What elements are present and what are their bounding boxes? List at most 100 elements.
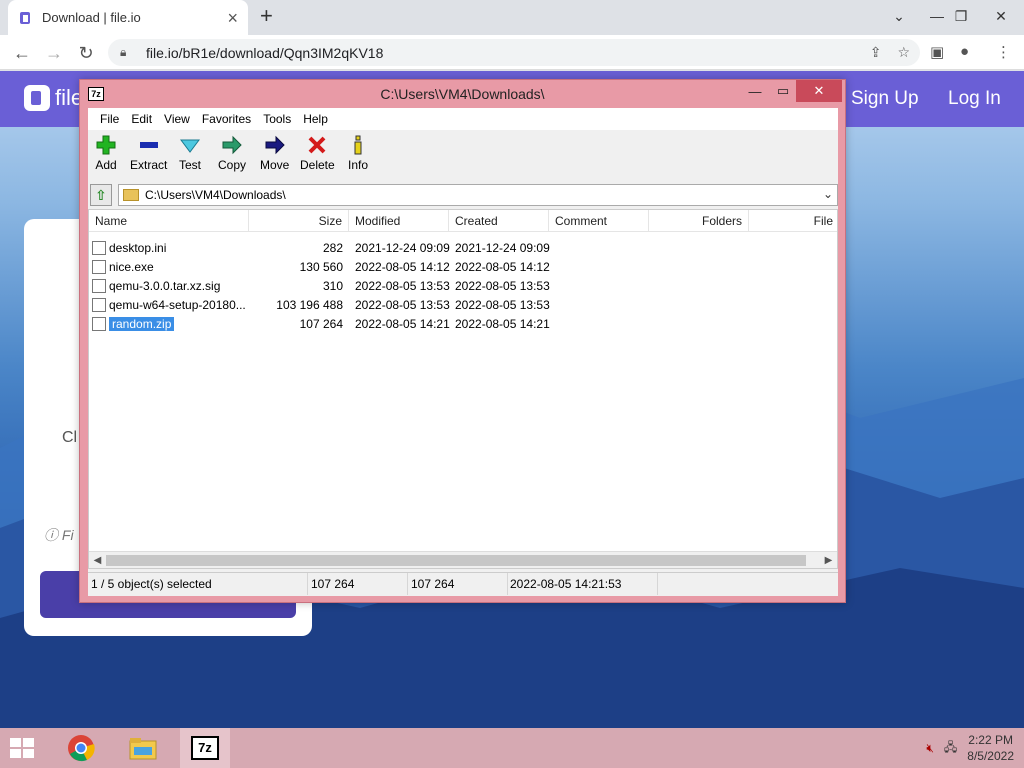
browser-tab-strip: Download | file.io × + ⌄ — ❐ ✕ xyxy=(0,0,1024,35)
close-browser-icon[interactable]: ✕ xyxy=(984,0,1018,32)
scroll-thumb[interactable] xyxy=(106,555,806,566)
column-folders[interactable]: Folders xyxy=(649,210,749,232)
status-selection: 1 / 5 object(s) selected xyxy=(88,573,308,595)
browser-menu-icon[interactable]: ⋮ xyxy=(996,43,1011,61)
delete-button[interactable]: Delete xyxy=(300,134,335,178)
add-button[interactable]: Add xyxy=(94,134,118,178)
menu-view[interactable]: View xyxy=(158,112,196,126)
file-modified: 2021-12-24 09:09 xyxy=(355,241,450,255)
file-explorer-icon[interactable] xyxy=(118,728,168,768)
file-size: 310 xyxy=(322,279,343,293)
menu-favorites[interactable]: Favorites xyxy=(196,112,257,126)
share-icon[interactable]: ⇪ xyxy=(870,44,882,61)
file-list[interactable]: Name Size Modified Created Comment Folde… xyxy=(88,209,838,569)
column-files[interactable]: File xyxy=(749,210,837,232)
move-icon xyxy=(263,134,287,156)
tab-title: Download | file.io xyxy=(42,10,141,25)
column-comment[interactable]: Comment xyxy=(549,210,649,232)
test-button[interactable]: Test xyxy=(178,134,202,178)
7zip-taskbar-icon[interactable]: 7z xyxy=(180,728,230,768)
7zip-window-title: C:\Users\VM4\Downloads\ xyxy=(380,86,545,102)
file-created: 2022-08-05 13:53 xyxy=(455,298,550,312)
restore-icon[interactable]: ❐ xyxy=(944,0,978,32)
file-row[interactable]: random.zip 107 264 2022-08-05 14:21 2022-08… xyxy=(89,315,837,334)
system-tray: 🔇︎ 🖧 2:22 PM 8/5/2022 xyxy=(926,728,1014,768)
file-size: 103 196 488 xyxy=(276,298,343,312)
column-modified[interactable]: Modified xyxy=(349,210,449,232)
menu-help[interactable]: Help xyxy=(297,112,334,126)
file-row[interactable]: qemu-3.0.0.tar.xz.sig 310 2022-08-05 13:53… xyxy=(89,277,837,296)
delete-label: Delete xyxy=(300,158,335,172)
network-icon[interactable]: 🖧 xyxy=(944,738,957,759)
file-name: desktop.ini xyxy=(109,241,167,255)
file-size: 130 560 xyxy=(299,260,343,274)
folder-icon xyxy=(123,189,139,201)
info-button[interactable]: Info xyxy=(346,134,370,178)
scroll-left-icon[interactable]: ◀ xyxy=(89,552,106,568)
speaker-muted-icon[interactable]: 🔇︎ xyxy=(926,741,934,756)
test-label: Test xyxy=(178,158,201,172)
extract-label: Extract xyxy=(130,158,168,172)
copy-icon xyxy=(220,134,244,156)
file-modified: 2022-08-05 14:12 xyxy=(355,260,450,274)
scroll-right-icon[interactable]: ▶ xyxy=(820,552,837,568)
tab-search-chevron-icon[interactable]: ⌄ xyxy=(882,0,916,32)
sign-up-link[interactable]: Sign Up xyxy=(851,88,919,110)
info-icon: ⓘ xyxy=(44,527,62,543)
file-created: 2022-08-05 14:21 xyxy=(455,317,550,331)
file-row[interactable]: nice.exe 130 560 2022-08-05 14:12 2022-08-0… xyxy=(89,258,837,277)
up-folder-icon[interactable]: ⇧ xyxy=(90,184,112,206)
clock-date: 8/5/2022 xyxy=(967,749,1014,763)
chrome-icon[interactable] xyxy=(56,728,106,768)
file-row[interactable]: desktop.ini 282 2021-12-24 09:09 2021-12-24… xyxy=(89,239,837,258)
back-icon[interactable]: ← xyxy=(10,41,34,65)
extract-button[interactable]: Extract xyxy=(130,134,167,178)
menu-edit[interactable]: Edit xyxy=(125,112,158,126)
info-icon xyxy=(346,134,370,156)
forward-icon[interactable]: → xyxy=(42,41,66,65)
browser-tab[interactable]: Download | file.io × xyxy=(8,0,248,35)
file-name: random.zip xyxy=(109,317,175,331)
zip-close-icon[interactable]: ✕ xyxy=(796,80,842,102)
horizontal-scrollbar[interactable]: ◀ ▶ xyxy=(89,551,837,568)
menu-file[interactable]: File xyxy=(94,112,125,126)
exe-file-icon xyxy=(92,260,106,274)
move-label: Move xyxy=(260,158,290,172)
url-text: file.io/bR1e/download/Qqn3IM2qKV18 xyxy=(146,44,384,61)
7zip-titlebar[interactable]: 7z C:\Users\VM4\Downloads\ — ▭ ✕ xyxy=(80,80,845,108)
reload-icon[interactable]: ↻ xyxy=(74,41,98,65)
exe-file-icon xyxy=(92,298,106,312)
file-name: nice.exe xyxy=(109,260,154,274)
side-panel-icon[interactable]: ▣ xyxy=(930,43,944,61)
zip-maximize-icon[interactable]: ▭ xyxy=(772,80,794,102)
tab-close-icon[interactable]: × xyxy=(227,9,238,27)
profile-avatar-icon[interactable]: ● xyxy=(960,43,969,60)
settings-file-icon xyxy=(92,241,106,255)
chevron-down-icon[interactable]: ⌄ xyxy=(823,187,833,201)
bookmark-star-icon[interactable]: ☆ xyxy=(897,44,910,61)
column-size[interactable]: Size xyxy=(249,210,349,232)
new-tab-icon[interactable]: + xyxy=(260,5,273,27)
status-datetime: 2022-08-05 14:21:53 xyxy=(508,573,658,595)
column-name[interactable]: Name xyxy=(89,210,249,232)
7zip-window: 7z C:\Users\VM4\Downloads\ — ▭ ✕ File Ed… xyxy=(79,79,846,603)
column-created[interactable]: Created xyxy=(449,210,549,232)
card-text: Cl xyxy=(62,429,78,446)
file-row[interactable]: qemu-w64-setup-20180... 103 196 488 2022-0… xyxy=(89,296,837,315)
fileio-logo-icon[interactable] xyxy=(24,85,50,111)
lock-icon: 🔒︎ xyxy=(120,45,127,59)
file-size: 107 264 xyxy=(299,317,343,331)
clock-time: 2:22 PM xyxy=(968,733,1013,747)
clock[interactable]: 2:22 PM 8/5/2022 xyxy=(967,732,1014,764)
windows-start-icon[interactable] xyxy=(8,736,36,760)
menu-tools[interactable]: Tools xyxy=(257,112,297,126)
address-bar[interactable]: 🔒︎ file.io/bR1e/download/Qqn3IM2qKV18 ⇪ … xyxy=(108,39,920,66)
add-label: Add xyxy=(95,158,117,172)
zip-minimize-icon[interactable]: — xyxy=(744,80,766,102)
copy-button[interactable]: Copy xyxy=(218,134,246,178)
file-created: 2022-08-05 13:53 xyxy=(455,279,550,293)
log-in-link[interactable]: Log In xyxy=(948,88,1001,110)
add-icon xyxy=(94,134,118,156)
move-button[interactable]: Move xyxy=(260,134,289,178)
path-input[interactable]: C:\Users\VM4\Downloads\ ⌄ xyxy=(118,184,838,206)
